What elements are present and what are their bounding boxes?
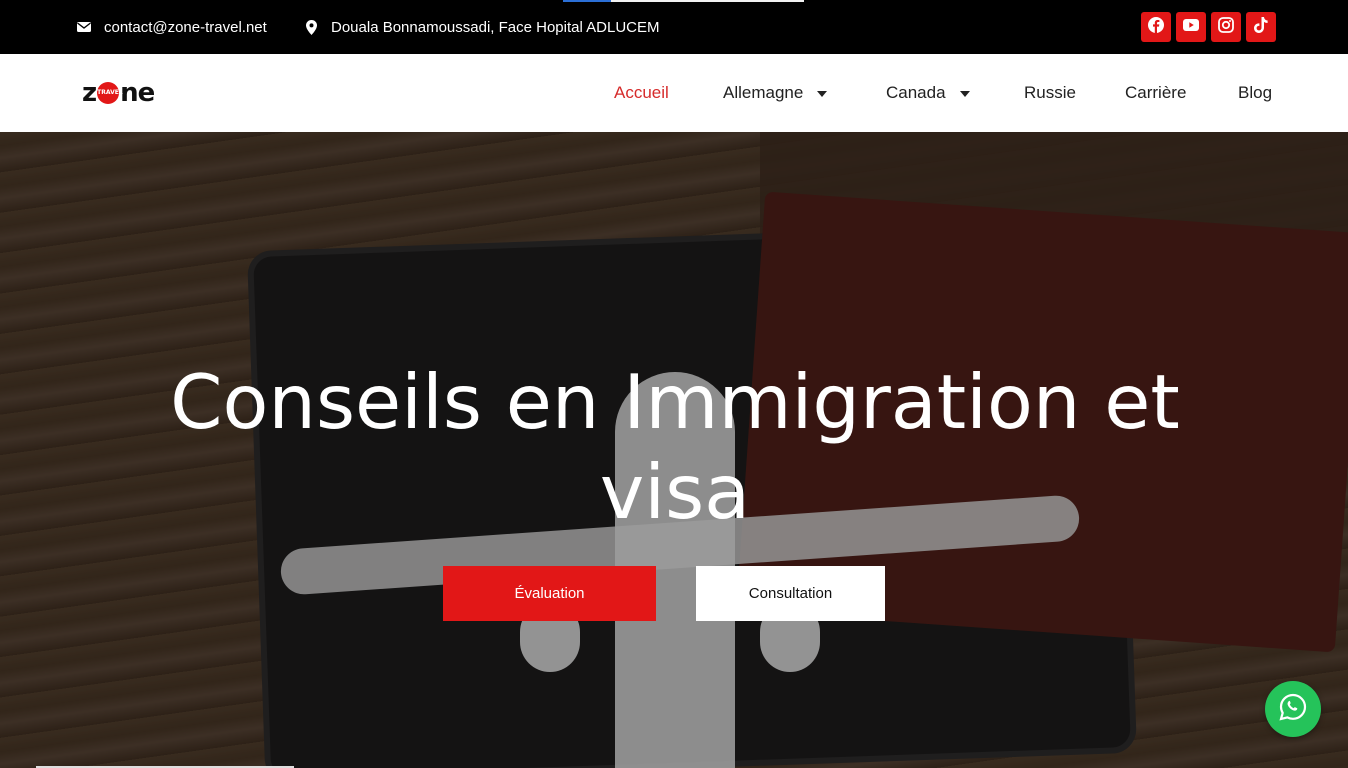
main-header: z TRAVEL ne Accueil Allemagne Canada Rus… (0, 54, 1348, 132)
top-bar: contact@zone-travel.net Douala Bonnamous… (0, 0, 1348, 54)
nav-item-accueil[interactable]: Accueil (614, 54, 669, 132)
contact-address-text: Douala Bonnamoussadi, Face Hopital ADLUC… (331, 18, 660, 36)
nav-item-allemagne[interactable]: Allemagne (723, 54, 828, 132)
hero-section: Conseils en Immigration et visa Évaluati… (0, 132, 1348, 768)
nav-item-carriere[interactable]: Carrière (1125, 54, 1186, 132)
nav-item-blog[interactable]: Blog (1238, 54, 1272, 132)
envelope-icon (76, 19, 92, 35)
youtube-icon (1183, 18, 1199, 36)
nav-item-label: Carrière (1125, 83, 1187, 102)
caret-down-icon (817, 91, 828, 97)
instagram-link[interactable] (1211, 12, 1241, 42)
nav-item-label: Blog (1238, 83, 1273, 102)
contact-email-text: contact@zone-travel.net (104, 18, 267, 36)
logo-dot-text: TRAVEL (97, 89, 123, 96)
nav-item-canada[interactable]: Canada (886, 54, 970, 132)
logo-text-start: z (82, 78, 97, 108)
facebook-link[interactable] (1141, 12, 1171, 42)
tiktok-link[interactable] (1246, 12, 1276, 42)
logo-dot: TRAVEL (97, 82, 123, 104)
tiktok-icon (1254, 16, 1268, 38)
nav-item-label: Canada (886, 83, 946, 102)
nav-item-label: Accueil (614, 83, 669, 102)
youtube-link[interactable] (1176, 12, 1206, 42)
caret-down-icon (959, 91, 970, 97)
contact-email[interactable]: contact@zone-travel.net (76, 0, 267, 54)
logo-text-end: ne (120, 78, 155, 108)
instagram-icon (1218, 16, 1234, 38)
consultation-button[interactable]: Consultation (696, 566, 885, 621)
whatsapp-button[interactable] (1265, 681, 1321, 737)
map-marker-icon (303, 19, 319, 35)
hero-title: Conseils en Immigration et visa (170, 358, 1180, 536)
facebook-icon (1148, 16, 1164, 38)
nav-item-label: Russie (1024, 83, 1076, 102)
nav-item-label: Allemagne (723, 83, 804, 102)
social-links (1141, 12, 1276, 42)
evaluation-button[interactable]: Évaluation (443, 566, 656, 621)
contact-address: Douala Bonnamoussadi, Face Hopital ADLUC… (303, 0, 660, 54)
nav-item-russie[interactable]: Russie (1024, 54, 1076, 132)
whatsapp-icon (1279, 693, 1307, 726)
site-logo[interactable]: z TRAVEL ne (82, 76, 155, 110)
